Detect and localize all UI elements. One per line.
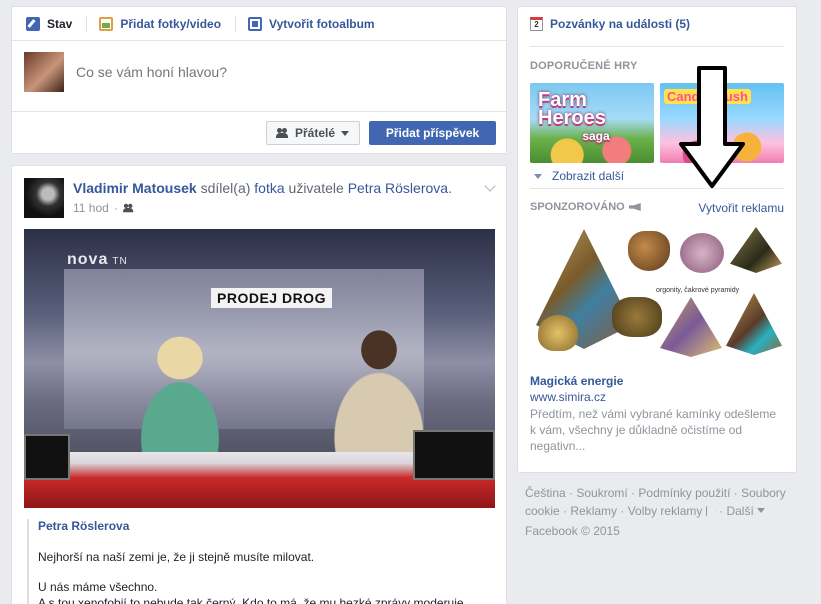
- tab-divider: [235, 15, 237, 32]
- photo-icon: [99, 16, 114, 31]
- calendar-icon: 2: [530, 17, 543, 31]
- laptop-right: [413, 430, 495, 480]
- ad-url[interactable]: www.simira.cz: [530, 390, 606, 404]
- game-title: Farm Heroes saga: [538, 89, 610, 143]
- post-options-chevron-icon[interactable]: [484, 180, 496, 192]
- footer-links: Čeština · Soukromí · Podmínky použití · …: [525, 486, 786, 518]
- pencil-icon: [26, 16, 40, 31]
- post-timestamp[interactable]: 11 hod: [73, 201, 109, 215]
- orgonite-pyramid: [730, 227, 782, 273]
- event-invites-link[interactable]: 2 Pozvánky na události (5): [530, 17, 690, 31]
- ad-image[interactable]: orgonity, čakrové pyramidy: [530, 225, 786, 365]
- tab-status-label: Stav: [47, 16, 73, 31]
- composer-footer: Přátelé Přidat příspěvek: [12, 111, 506, 153]
- tab-add-photos[interactable]: Přidat fotky/video: [99, 16, 222, 31]
- tab-create-album[interactable]: Vytvořit fotoalbum: [248, 16, 375, 31]
- ad-description: Předtím, než vámi vybrané kamínky odešle…: [530, 407, 777, 453]
- audience-label: Přátelé: [294, 126, 335, 140]
- orgonite-heart: [628, 231, 670, 271]
- event-invites-label: Pozvánky na události (5): [550, 17, 691, 31]
- laptop-left: [24, 434, 70, 480]
- megaphone-icon: [628, 203, 641, 211]
- orgonite-heart: [538, 315, 578, 351]
- footer-link[interactable]: Podmínky použití: [638, 486, 730, 500]
- status-input[interactable]: [76, 64, 476, 80]
- photo-link[interactable]: fotka: [254, 180, 284, 196]
- meta-dot: ·: [113, 201, 118, 215]
- sponsored-heading: SPONZOROVÁNO: [530, 201, 641, 213]
- shared-user-link[interactable]: Petra Röslerova: [348, 180, 448, 196]
- footer-link[interactable]: Další: [726, 504, 753, 518]
- tab-create-album-label: Vytvořit fotoalbum: [269, 16, 375, 31]
- orgonite-heart: [612, 297, 662, 337]
- post-photo[interactable]: nova TN PRODEJ DROG: [24, 229, 495, 508]
- game-farm-heroes[interactable]: Farm Heroes saga: [530, 83, 654, 163]
- page-footer: Čeština · Soukromí · Podmínky použití · …: [525, 484, 795, 540]
- feed-post: Vladimir Matousek sdílel(a) fotka uživat…: [11, 165, 507, 604]
- tab-status[interactable]: Stav: [26, 16, 73, 31]
- orgonite-pyramid: [726, 293, 782, 355]
- tab-divider: [86, 15, 88, 32]
- status-composer: Stav Přidat fotky/video Vytvořit fotoalb…: [11, 6, 507, 154]
- post-button[interactable]: Přidat příspěvek: [369, 121, 496, 145]
- ad-image-caption: orgonity, čakrové pyramidy: [656, 287, 740, 294]
- friends-icon: [275, 128, 289, 138]
- quote-author[interactable]: Petra Röslerova: [38, 519, 487, 533]
- divider: [530, 46, 784, 47]
- divider: [530, 188, 784, 189]
- studio-sign: PRODEJ DROG: [211, 288, 332, 308]
- game-candy-crush[interactable]: Candy Crush: [660, 83, 784, 163]
- album-icon: [248, 16, 263, 31]
- ad-title[interactable]: Magická energie: [530, 374, 623, 388]
- chevron-down-icon: [756, 508, 765, 513]
- game-title: Candy Crush: [664, 89, 751, 104]
- copyright: Facebook © 2015: [525, 524, 620, 538]
- composer-body: [24, 52, 494, 107]
- audience-selector[interactable]: Přátelé: [265, 121, 360, 145]
- post-header: Vladimir Matousek sdílel(a) fotka uživat…: [73, 180, 483, 196]
- shared-post-quote: Petra Röslerova Nejhorší na naší zemi je…: [27, 519, 487, 604]
- avatar[interactable]: [24, 52, 64, 92]
- post-meta: 11 hod ·: [73, 201, 141, 215]
- show-more-label: Zobrazit další: [552, 169, 625, 183]
- post-action-text: sdílel(a): [200, 180, 251, 196]
- channel-logo: nova TN: [67, 251, 128, 268]
- footer-link[interactable]: Soukromí: [576, 486, 627, 500]
- show-more-games[interactable]: Zobrazit další: [534, 169, 624, 183]
- post-action-suffix: .: [448, 180, 452, 196]
- right-sidebar: 2 Pozvánky na události (5) DOPORUČENÉ HR…: [517, 6, 797, 473]
- composer-tabs: Stav Přidat fotky/video Vytvořit fotoalb…: [12, 7, 506, 41]
- post-action-mid: uživatele: [288, 180, 344, 196]
- footer-link[interactable]: Volby reklamy: [628, 504, 703, 518]
- author-name[interactable]: Vladimir Matousek: [73, 180, 197, 196]
- create-ad-link[interactable]: Vytvořit reklamu: [698, 201, 784, 215]
- friends-icon[interactable]: [122, 203, 134, 213]
- orgonite-ball: [680, 233, 724, 273]
- tab-add-photos-label: Přidat fotky/video: [120, 16, 222, 31]
- orgonite-pyramid: [660, 297, 722, 357]
- footer-link[interactable]: Čeština: [525, 486, 566, 500]
- games-heading: DOPORUČENÉ HRY: [530, 60, 638, 72]
- footer-link[interactable]: Reklamy: [570, 504, 617, 518]
- adchoices-icon: [705, 506, 716, 516]
- chevron-down-icon: [341, 130, 349, 136]
- quote-paragraph: U nás máme všechno. A s tou xenofobií to…: [38, 580, 464, 604]
- quote-paragraph: Nejhorší na naší zemi je, že ji stejně m…: [38, 550, 315, 564]
- author-avatar[interactable]: [24, 178, 64, 218]
- chevron-down-icon: [534, 173, 542, 179]
